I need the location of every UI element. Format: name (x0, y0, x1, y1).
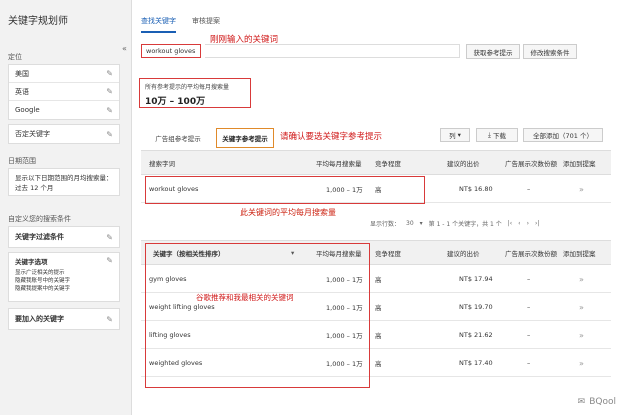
watermark: ✉ BQool (577, 397, 616, 407)
keyword-options-line: 隐藏我账号中的关键字 (15, 278, 71, 284)
annotation-box-related-keywords (145, 243, 370, 388)
targeting-language[interactable]: 英语 ✎ (9, 83, 119, 101)
table-header: 搜索字词 平均每月搜索量 竞争程度 建议的出价 广告展示次数份额 添加到提案 (141, 151, 611, 175)
annotation-box-term-row (145, 176, 425, 204)
modify-search-button[interactable]: 修改搜索条件 (523, 44, 577, 59)
download-button[interactable]: ⤓ 下载 (476, 128, 518, 142)
date-range-box[interactable]: 显示以下日期范围的月均搜索量：过去 12 个月 (8, 168, 120, 196)
keyword-options-line: 隐藏我提案中的关键字 (15, 286, 71, 292)
next-page-icon[interactable]: › (527, 220, 529, 227)
keyword-options-line: 显示广泛相关的提示 (15, 270, 65, 276)
pencil-icon[interactable]: ✎ (106, 106, 113, 115)
annotation-related-keywords: 谷歌推荐和我最相关的关键词 (196, 293, 294, 302)
annotation-entered-keyword: 刚刚输入的关键词 (210, 35, 279, 45)
annotation-select-keyword-ideas: 请确认要选关键字参考提示 (280, 132, 383, 142)
include-keywords: 要加入的关键字 ✎ (15, 314, 113, 324)
prev-page-icon[interactable]: ‹ (518, 220, 520, 227)
col-competition[interactable]: 竞争程度 (375, 151, 401, 175)
search-criteria-label: 自定义您的搜索条件 (8, 215, 71, 223)
tab-review-plan[interactable]: 审核提案 (192, 16, 220, 26)
add-icon[interactable]: » (579, 293, 584, 321)
competition-cell: 高 (375, 332, 382, 340)
include-keywords-box[interactable]: 要加入的关键字 ✎ (8, 308, 120, 330)
share-cell: – (527, 303, 531, 311)
pagination: 显示行数： 30 ▾ 第 1 - 1 个关键字，共 1 个 |‹ ‹ › ›| (370, 220, 540, 228)
app-title: 关键字规划师 (8, 16, 68, 27)
pencil-icon[interactable]: ✎ (106, 130, 113, 139)
targeting-network[interactable]: Google ✎ (9, 101, 119, 119)
keyword-options-box[interactable]: 关键字选项 ✎ 显示广泛相关的提示 隐藏我账号中的关键字 隐藏我提案中的关键字 (8, 252, 120, 302)
pencil-icon[interactable]: ✎ (106, 233, 113, 242)
annotation-avg-monthly-volume: 此关键词的平均每月搜索量 (240, 208, 336, 217)
col-add-to-plan[interactable]: 添加到提案 (563, 241, 596, 265)
add-all-button[interactable]: 全部添加（701 个） (523, 128, 603, 142)
tab-find-keywords[interactable]: 查找关键字 (141, 16, 176, 33)
add-icon[interactable]: » (579, 321, 584, 349)
sidebar (0, 0, 132, 415)
add-icon[interactable]: » (579, 265, 584, 293)
share-cell: – (527, 331, 531, 339)
wechat-icon: ✉ (577, 397, 586, 407)
keyword-input-area[interactable] (205, 44, 460, 58)
col-competition[interactable]: 竞争程度 (375, 241, 401, 265)
col-impression-share[interactable]: 广告展示次数份额 (505, 151, 561, 175)
col-suggested-bid[interactable]: 建议的出价 (447, 241, 480, 265)
rows-per-page-select[interactable]: 30 (406, 220, 414, 227)
share-cell: – (527, 275, 531, 283)
negative-keywords[interactable]: 否定关键字 ✎ (9, 125, 119, 143)
avg-volume-label: 所有参考提示的平均每月搜索量 (145, 84, 230, 91)
bid-cell: NT$ 19.70 (459, 303, 493, 311)
download-icon: ⤓ (488, 130, 491, 139)
competition-cell: 高 (375, 360, 382, 368)
negative-keywords-box: 否定关键字 ✎ (8, 124, 120, 144)
pencil-icon[interactable]: ✎ (106, 256, 113, 266)
keyword-options-title: 关键字选项 (15, 258, 48, 266)
share-cell: – (527, 359, 531, 367)
tab-keyword-ideas[interactable]: 关键字参考提示 (216, 128, 274, 148)
bid-cell: NT$ 17.94 (459, 275, 493, 283)
bid-cell: NT$ 16.80 (459, 185, 493, 193)
targeting-box: 美国 ✎ 英语 ✎ Google ✎ (8, 64, 120, 120)
competition-cell: 高 (375, 276, 382, 284)
pencil-icon[interactable]: ✎ (106, 69, 113, 78)
first-page-icon[interactable]: |‹ (508, 220, 512, 227)
targeting-label: 定位 (8, 53, 22, 61)
col-impression-share[interactable]: 广告展示次数份额 (505, 241, 561, 265)
tab-ad-group-ideas[interactable]: 广告组参考提示 (141, 128, 215, 148)
date-range-label: 日期范围 (8, 157, 36, 165)
add-icon[interactable]: » (579, 349, 584, 377)
pencil-icon[interactable]: ✎ (106, 87, 113, 96)
bid-cell: NT$ 17.40 (459, 359, 493, 367)
chevron-down-icon: ▾ (419, 220, 423, 227)
date-range-text: 显示以下日期范围的月均搜索量：过去 12 个月 (15, 174, 113, 192)
columns-button[interactable]: 列 ▾ (440, 128, 470, 142)
get-ideas-button[interactable]: 获取参考提示 (466, 44, 520, 59)
chevron-down-icon: ▾ (457, 131, 461, 139)
avg-volume-box: 所有参考提示的平均每月搜索量 10万 – 100万 (139, 78, 251, 108)
share-cell: – (527, 185, 531, 193)
bid-cell: NT$ 21.62 (459, 331, 493, 339)
avg-volume-value: 10万 – 100万 (145, 97, 206, 107)
competition-cell: 高 (375, 304, 382, 312)
col-avg-volume[interactable]: 平均每月搜索量 (316, 151, 376, 175)
col-search-term[interactable]: 搜索字词 (149, 151, 175, 175)
col-add-to-plan[interactable]: 添加到提案 (563, 151, 596, 175)
last-page-icon[interactable]: ›| (535, 220, 539, 227)
add-icon[interactable]: » (579, 175, 584, 203)
page-range: 第 1 - 1 个关键字，共 1 个 (428, 221, 502, 228)
col-suggested-bid[interactable]: 建议的出价 (447, 151, 480, 175)
keyword-filters: 关键字过滤条件 ✎ (15, 232, 113, 242)
keyword-filters-box[interactable]: 关键字过滤条件 ✎ (8, 226, 120, 248)
targeting-location[interactable]: 美国 ✎ (9, 65, 119, 83)
keyword-input[interactable]: workout gloves (141, 44, 201, 58)
collapse-icon[interactable]: « (122, 44, 127, 53)
pencil-icon[interactable]: ✎ (106, 315, 113, 324)
